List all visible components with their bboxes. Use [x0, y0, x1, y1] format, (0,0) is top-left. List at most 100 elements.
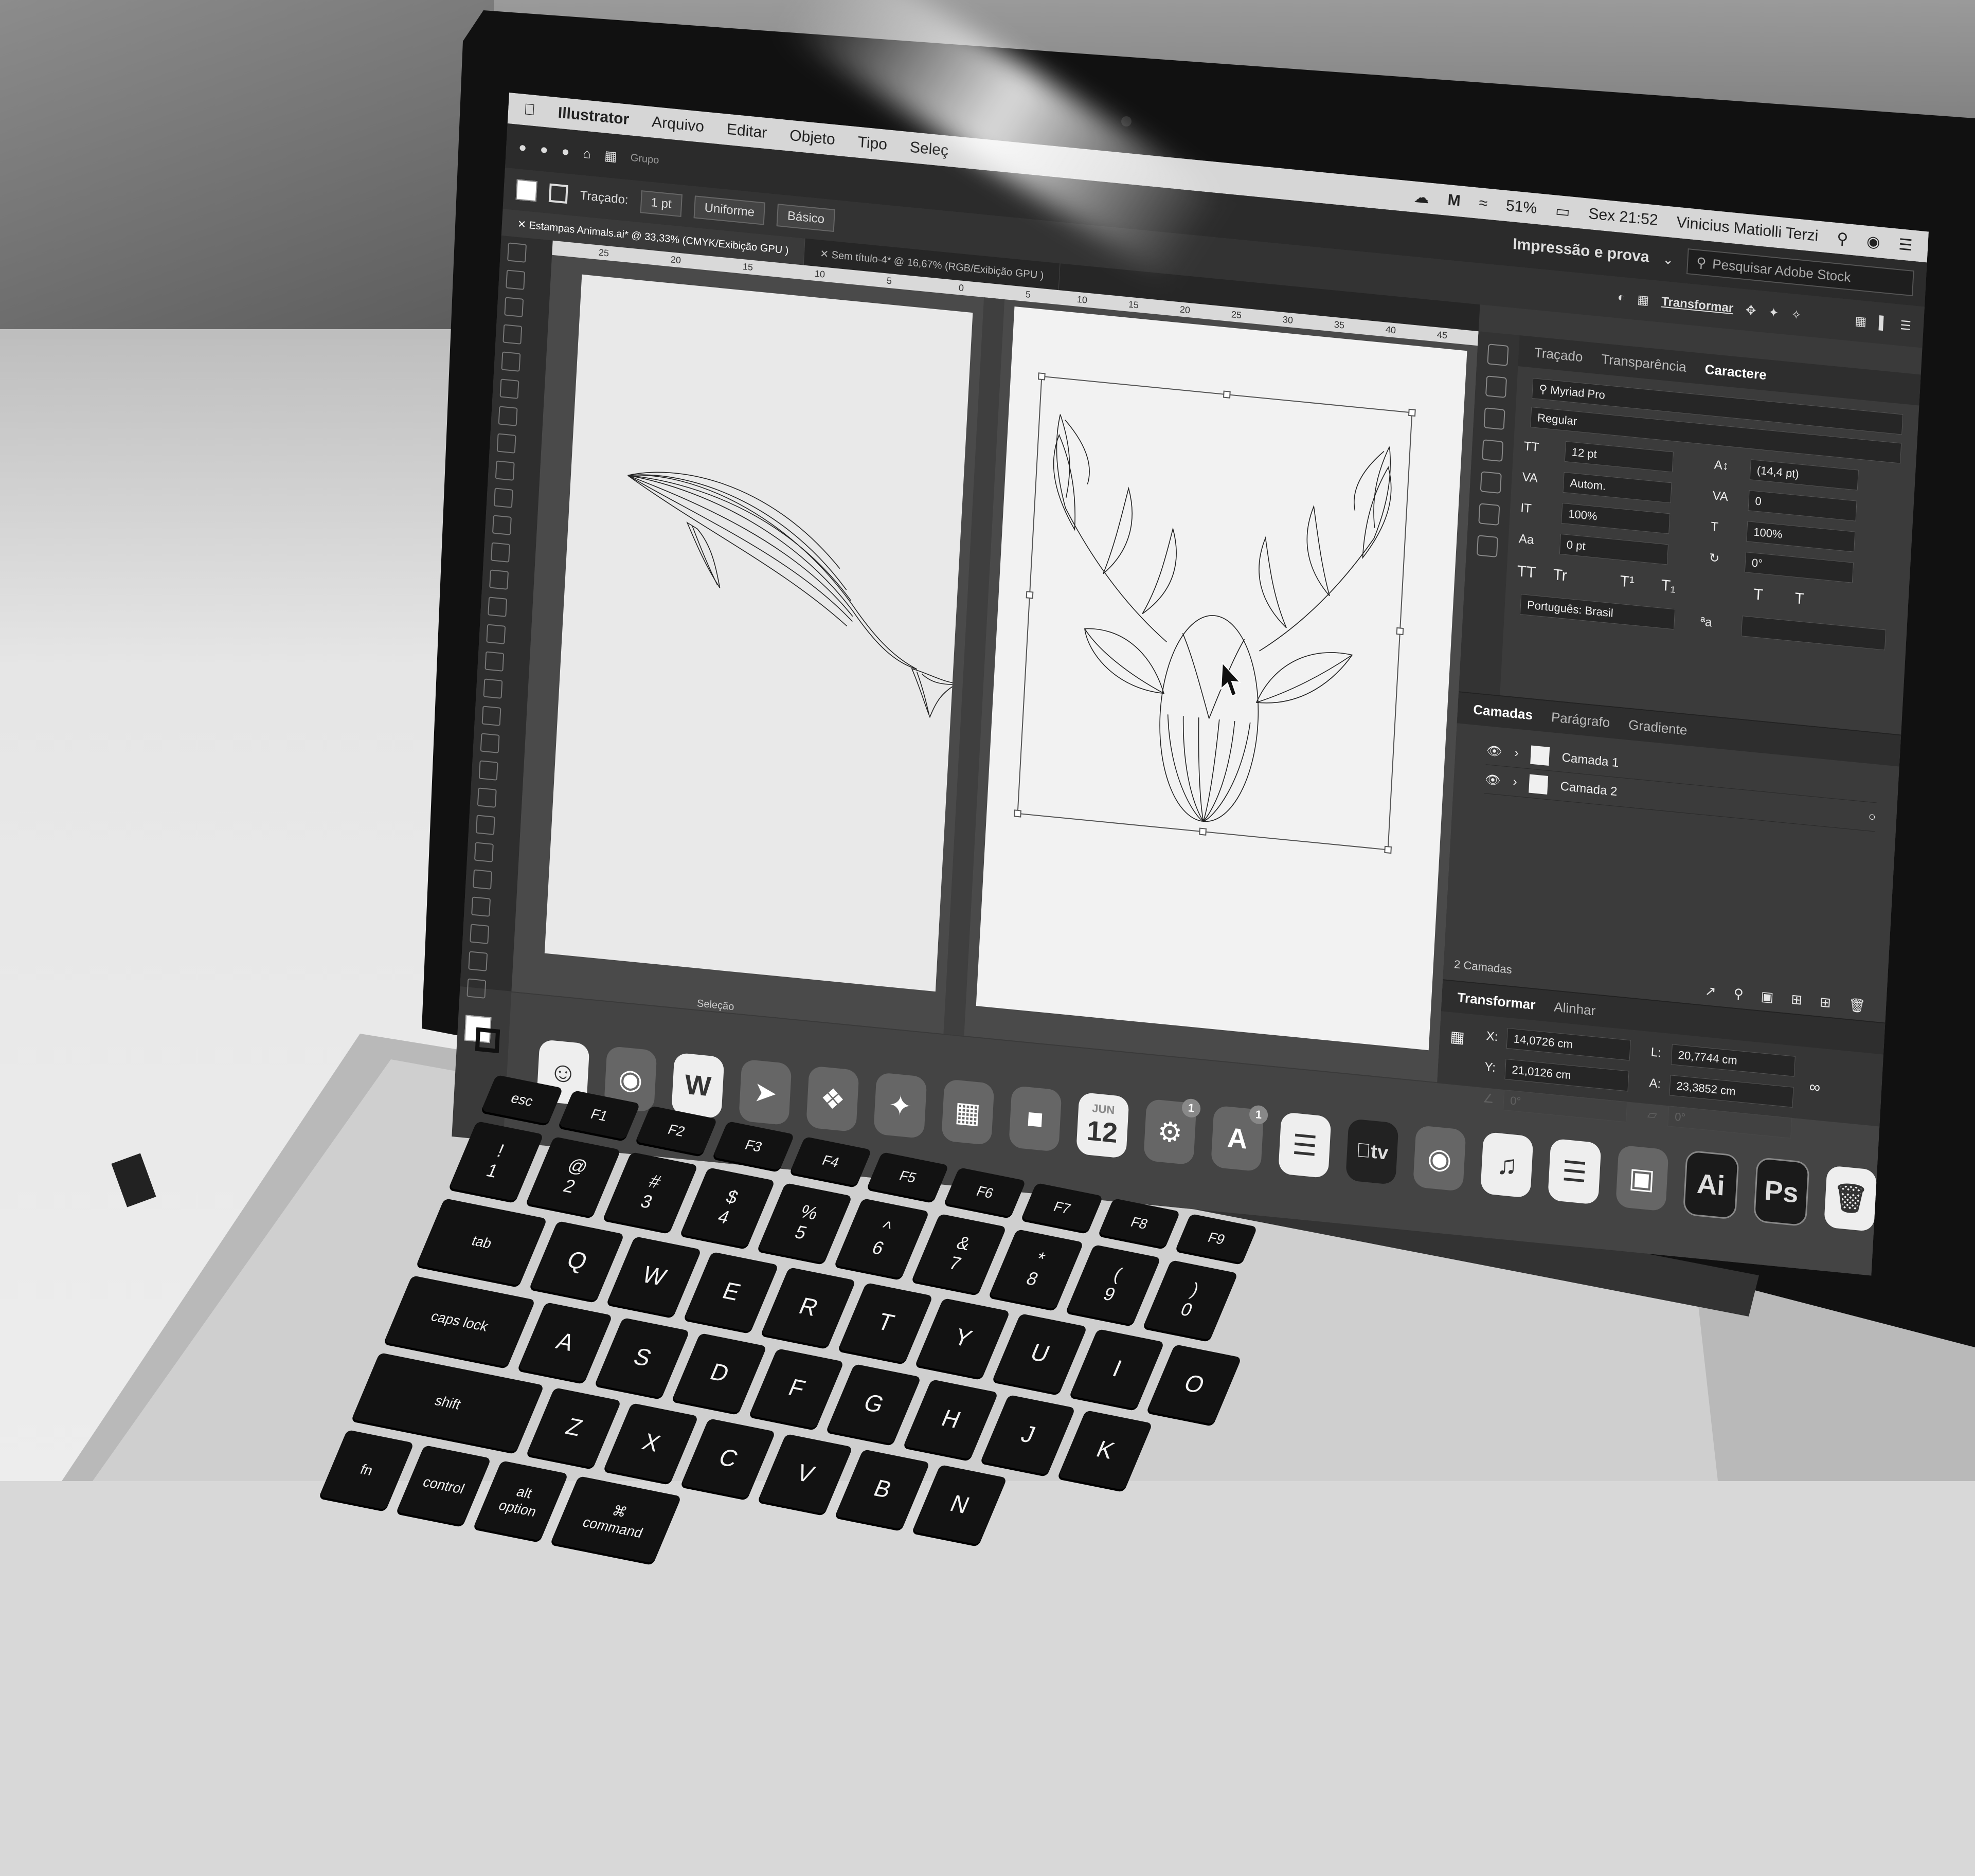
key-1[interactable]: ! 1: [448, 1121, 544, 1201]
malwarebytes-icon[interactable]: M: [1447, 191, 1461, 210]
key-o[interactable]: O: [1146, 1344, 1242, 1424]
key-shift-glyph: ^: [878, 1217, 895, 1239]
height-field[interactable]: 23,3852 cm: [1669, 1075, 1794, 1108]
key-x[interactable]: X: [603, 1403, 699, 1483]
illustrator-icon[interactable]: Ai: [1682, 1150, 1739, 1220]
trash-icon[interactable]: 🗑: [1848, 997, 1866, 1014]
key-i[interactable]: I: [1069, 1329, 1165, 1409]
key-glyph: 4: [714, 1206, 733, 1228]
search-placeholder: Pesquisar Adobe Stock: [1712, 256, 1852, 285]
key-f4[interactable]: F4: [789, 1137, 872, 1186]
align-grid-icon[interactable]: ▦: [1637, 292, 1649, 308]
new-layer-icon[interactable]: ⊞: [1819, 994, 1831, 1011]
menu-tipo[interactable]: Tipo: [857, 134, 888, 154]
key-glyph: 0: [1177, 1299, 1196, 1321]
new-sublayer-icon[interactable]: ⊞: [1790, 991, 1803, 1008]
key-f5[interactable]: F5: [867, 1152, 949, 1201]
key-tab[interactable]: tab: [416, 1198, 548, 1286]
key-shift-glyph: #: [645, 1171, 664, 1193]
photoshop-icon[interactable]: Ps: [1753, 1157, 1810, 1227]
key-f7[interactable]: F7: [1021, 1183, 1103, 1232]
battery-percent: 51%: [1505, 197, 1538, 217]
key-7[interactable]: & 7: [911, 1214, 1007, 1294]
key-v[interactable]: V: [758, 1434, 853, 1514]
key-9[interactable]: (9: [1066, 1244, 1161, 1325]
key-s[interactable]: S: [595, 1318, 690, 1398]
key-t[interactable]: T: [838, 1283, 933, 1363]
key-control[interactable]: control: [396, 1445, 492, 1525]
align-left-icon[interactable]: ▌: [1878, 316, 1889, 331]
key-caps-lock[interactable]: caps lock: [384, 1275, 536, 1367]
key-a[interactable]: A: [517, 1302, 613, 1382]
wifi-icon[interactable]: ≈: [1479, 194, 1488, 213]
expand-icon[interactable]: ✧: [1791, 307, 1802, 323]
key-c[interactable]: C: [680, 1418, 776, 1499]
key-command[interactable]: ⌘ command: [550, 1476, 682, 1563]
key-f9[interactable]: F9: [1175, 1214, 1258, 1263]
trash-icon[interactable]: 🗑: [1823, 1165, 1877, 1232]
search-icon: ⚲: [1696, 254, 1707, 271]
key-j[interactable]: J: [980, 1395, 1076, 1475]
key-shift-glyph: (: [1110, 1264, 1125, 1285]
key-u[interactable]: U: [992, 1313, 1088, 1394]
key-y[interactable]: Y: [915, 1298, 1011, 1378]
arrange-icon[interactable]: ▦: [1855, 313, 1867, 329]
key-f6[interactable]: F6: [944, 1167, 1026, 1217]
command-icon: ⌘: [609, 1502, 630, 1521]
menu-editar[interactable]: Editar: [726, 121, 767, 142]
battery-icon[interactable]: ▭: [1555, 202, 1570, 221]
key-4[interactable]: $4: [680, 1167, 776, 1248]
key-3[interactable]: #3: [603, 1152, 698, 1232]
webcam: [1121, 116, 1132, 127]
key-f1[interactable]: F1: [558, 1090, 640, 1140]
constrain-proportions-icon[interactable]: ∞: [1809, 1078, 1821, 1097]
key-h[interactable]: H: [903, 1379, 999, 1459]
key-b[interactable]: B: [835, 1449, 930, 1529]
target-icon[interactable]: ○: [1868, 809, 1876, 824]
menu-objeto[interactable]: Objeto: [789, 127, 835, 149]
key-2[interactable]: @2: [526, 1137, 621, 1217]
opacity-icon[interactable]: ◐: [1617, 290, 1625, 305]
isolate-icon[interactable]: ✦: [1768, 304, 1780, 320]
key-z[interactable]: Z: [526, 1387, 622, 1468]
key-6[interactable]: ^ 6: [834, 1198, 930, 1278]
key-f2[interactable]: F2: [635, 1106, 717, 1155]
key-n[interactable]: N: [912, 1465, 1008, 1545]
key-esc[interactable]: esc: [481, 1075, 563, 1124]
key-glyph: 6: [869, 1237, 887, 1259]
key-5[interactable]: % 5: [757, 1183, 853, 1263]
key-8[interactable]: * 8: [989, 1229, 1084, 1309]
key-f8[interactable]: F8: [1098, 1198, 1180, 1248]
chevron-down-icon[interactable]: ⌄: [1662, 251, 1674, 268]
transform-link[interactable]: Transformar: [1661, 295, 1734, 316]
menubar-clock[interactable]: Sex 21:52: [1588, 205, 1659, 229]
locate-object-icon[interactable]: ⚲: [1733, 985, 1744, 1002]
clipping-mask-icon[interactable]: ▣: [1761, 988, 1774, 1005]
key-k[interactable]: K: [1057, 1410, 1153, 1490]
key-option[interactable]: alt option: [473, 1460, 569, 1541]
key-f3[interactable]: F3: [712, 1121, 795, 1170]
key-r[interactable]: R: [761, 1267, 856, 1347]
key-glyph: 8: [1023, 1268, 1042, 1290]
key-shift-glyph: @: [565, 1155, 591, 1178]
key-glyph: 9: [1100, 1284, 1119, 1305]
key-shift-glyph: &: [953, 1232, 974, 1255]
key-fn[interactable]: fn: [319, 1430, 415, 1510]
transform-each-icon[interactable]: ✥: [1745, 302, 1756, 318]
key-e[interactable]: E: [684, 1252, 779, 1332]
key-0[interactable]: ) 0: [1143, 1260, 1238, 1340]
menu-selecao[interactable]: Seleç: [909, 138, 949, 159]
creative-cloud-icon[interactable]: ☁: [1413, 188, 1430, 207]
siri-icon[interactable]: ◉: [1866, 232, 1880, 251]
notification-center-icon[interactable]: ☰: [1898, 235, 1913, 255]
key-d[interactable]: D: [672, 1333, 767, 1413]
panel-menu-icon[interactable]: ☰: [1899, 318, 1912, 334]
key-shift-glyph: *: [1033, 1248, 1048, 1270]
key-f[interactable]: F: [749, 1348, 845, 1429]
workspace-switcher[interactable]: Impressão e prova: [1512, 236, 1650, 266]
key-g[interactable]: G: [826, 1364, 922, 1444]
spotlight-icon[interactable]: ⚲: [1836, 229, 1848, 248]
key-q[interactable]: Q: [529, 1221, 625, 1301]
key-shift-glyph: !: [494, 1141, 507, 1161]
key-w[interactable]: W: [606, 1236, 702, 1316]
